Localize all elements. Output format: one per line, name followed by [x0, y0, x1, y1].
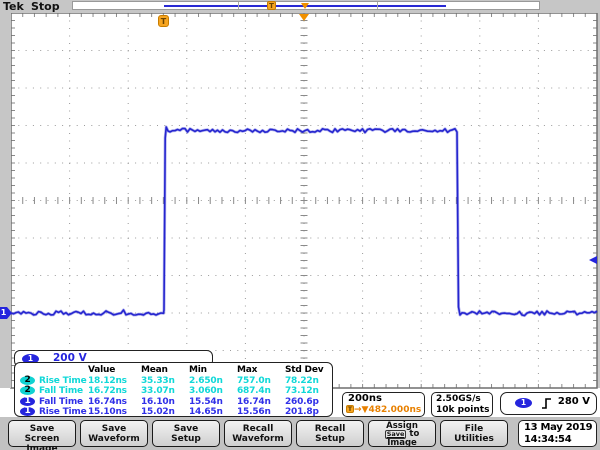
datetime-display: 13 May 2019 14:34:54	[518, 420, 597, 447]
save-waveform-button[interactable]: SaveWaveform	[80, 420, 148, 447]
btn-line: Setup	[153, 434, 219, 444]
trigger-level-arrow-icon[interactable]	[589, 256, 597, 264]
meas-max: 687.4n	[237, 386, 271, 396]
meas-label: Fall Time	[39, 397, 83, 407]
sample-rate: 2.50GS/s	[436, 394, 481, 404]
measurement-row: 2 Rise Time 18.12ns 35.33n 2.650n 757.0n…	[15, 376, 332, 387]
channel1-ground-label: 1	[0, 307, 7, 319]
trigger-position-icon[interactable]: T	[158, 15, 169, 27]
date-text: 13 May 2019	[524, 422, 596, 434]
tek-logo: Tek	[3, 0, 24, 13]
col-stddev: Std Dev	[285, 365, 323, 375]
col-mean: Mean	[141, 365, 168, 375]
record-expansion-marker[interactable]	[301, 3, 309, 9]
channel1-ground-tip	[7, 307, 12, 319]
trigger-source-badge: 1	[515, 398, 532, 408]
expansion-point-icon[interactable]	[299, 14, 309, 21]
recall-waveform-button[interactable]: RecallWaveform	[224, 420, 292, 447]
btn-line: Save	[9, 424, 75, 434]
btn-line: Screen Image	[9, 434, 75, 450]
btn-line: Save	[153, 424, 219, 434]
meas-value: 16.74ns	[88, 397, 127, 407]
meas-value: 16.72ns	[88, 386, 127, 396]
measurement-row: 2 Fall Time 16.72ns 33.07n 3.060n 687.4n…	[15, 386, 332, 397]
meas-min: 14.65n	[189, 407, 223, 417]
btn-line: Assign	[369, 422, 435, 430]
measurement-table: Value Mean Min Max Std Dev 2 Rise Time 1…	[14, 362, 333, 417]
timebase-scale: 200ns	[348, 393, 382, 404]
meas-label: Rise Time	[39, 376, 87, 386]
meas-stddev: 201.8p	[285, 407, 319, 417]
oscilloscope-screen: Tek Stop T T 1 1 200 V Value Mean Min Ma…	[0, 0, 600, 450]
meas-label: Fall Time	[39, 386, 83, 396]
trigger-t-icon: T	[346, 405, 354, 413]
btn-line: Recall	[225, 424, 291, 434]
save-screen-image-button[interactable]: SaveScreen Image	[8, 420, 76, 447]
record-length: 10k points	[436, 405, 489, 415]
channel2-badge: 2	[20, 376, 35, 385]
horizontal-delay: T→▼482.000ns	[346, 405, 421, 415]
file-utilities-button[interactable]: FileUtilities	[440, 420, 508, 447]
trigger-readout[interactable]: 1 280 V	[500, 392, 597, 415]
time-text: 14:34:54	[524, 434, 596, 446]
record-view-bar[interactable]: T	[72, 1, 540, 10]
meas-min: 2.650n	[189, 376, 223, 386]
assign-save-to-image-button[interactable]: Assign Save to Image	[368, 420, 436, 447]
top-status-bar: Tek Stop T	[0, 0, 600, 13]
meas-max: 15.56n	[237, 407, 271, 417]
btn-line: Waveform	[81, 434, 147, 444]
delay-arrow-icon: →▼	[354, 405, 368, 415]
meas-mean: 35.33n	[141, 376, 175, 386]
rising-edge-icon	[540, 396, 553, 411]
channel1-ground-marker[interactable]: 1	[0, 307, 12, 319]
btn-line: Save	[81, 424, 147, 434]
measurement-header-row: Value Mean Min Max Std Dev	[15, 365, 332, 376]
btn-line: File	[441, 424, 507, 434]
channel1-badge: 1	[20, 397, 35, 406]
bottom-menu-bar: SaveScreen Image SaveWaveform SaveSetup …	[0, 417, 600, 450]
meas-max: 757.0n	[237, 376, 271, 386]
meas-stddev: 73.12n	[285, 386, 319, 396]
meas-stddev: 260.6p	[285, 397, 319, 407]
meas-mean: 16.10n	[141, 397, 175, 407]
btn-line: Setup	[297, 434, 363, 444]
record-tick	[238, 2, 239, 9]
acquisition-status: Stop	[31, 0, 60, 13]
btn-line: Recall	[297, 424, 363, 434]
save-setup-button[interactable]: SaveSetup	[152, 420, 220, 447]
meas-min: 3.060n	[189, 386, 223, 396]
measurement-row: 1 Fall Time 16.74ns 16.10n 15.54n 16.74n…	[15, 397, 332, 408]
record-trigger-marker[interactable]: T	[267, 1, 276, 10]
trigger-level: 280 V	[558, 396, 590, 407]
meas-value: 18.12ns	[88, 376, 127, 386]
meas-stddev: 78.22n	[285, 376, 319, 386]
meas-mean: 15.02n	[141, 407, 175, 417]
channel2-badge: 2	[20, 386, 35, 395]
btn-line: Image	[369, 439, 435, 447]
btn-line: Utilities	[441, 434, 507, 444]
col-max: Max	[237, 365, 257, 375]
btn-line: Waveform	[225, 434, 291, 444]
channel1-badge: 1	[20, 407, 35, 416]
meas-min: 15.54n	[189, 397, 223, 407]
recall-setup-button[interactable]: RecallSetup	[296, 420, 364, 447]
acquisition-readout[interactable]: 2.50GS/s 10k points	[431, 392, 493, 417]
meas-max: 16.74n	[237, 397, 271, 407]
record-tick	[377, 2, 378, 9]
graticule-left-margin	[0, 13, 11, 388]
meas-value: 15.10ns	[88, 407, 127, 417]
horizontal-readout[interactable]: 200ns T→▼482.000ns	[342, 392, 425, 417]
meas-label: Rise Time	[39, 407, 87, 417]
col-value: Value	[88, 365, 115, 375]
meas-mean: 33.07n	[141, 386, 175, 396]
col-min: Min	[189, 365, 207, 375]
delay-value: 482.000ns	[368, 405, 421, 415]
